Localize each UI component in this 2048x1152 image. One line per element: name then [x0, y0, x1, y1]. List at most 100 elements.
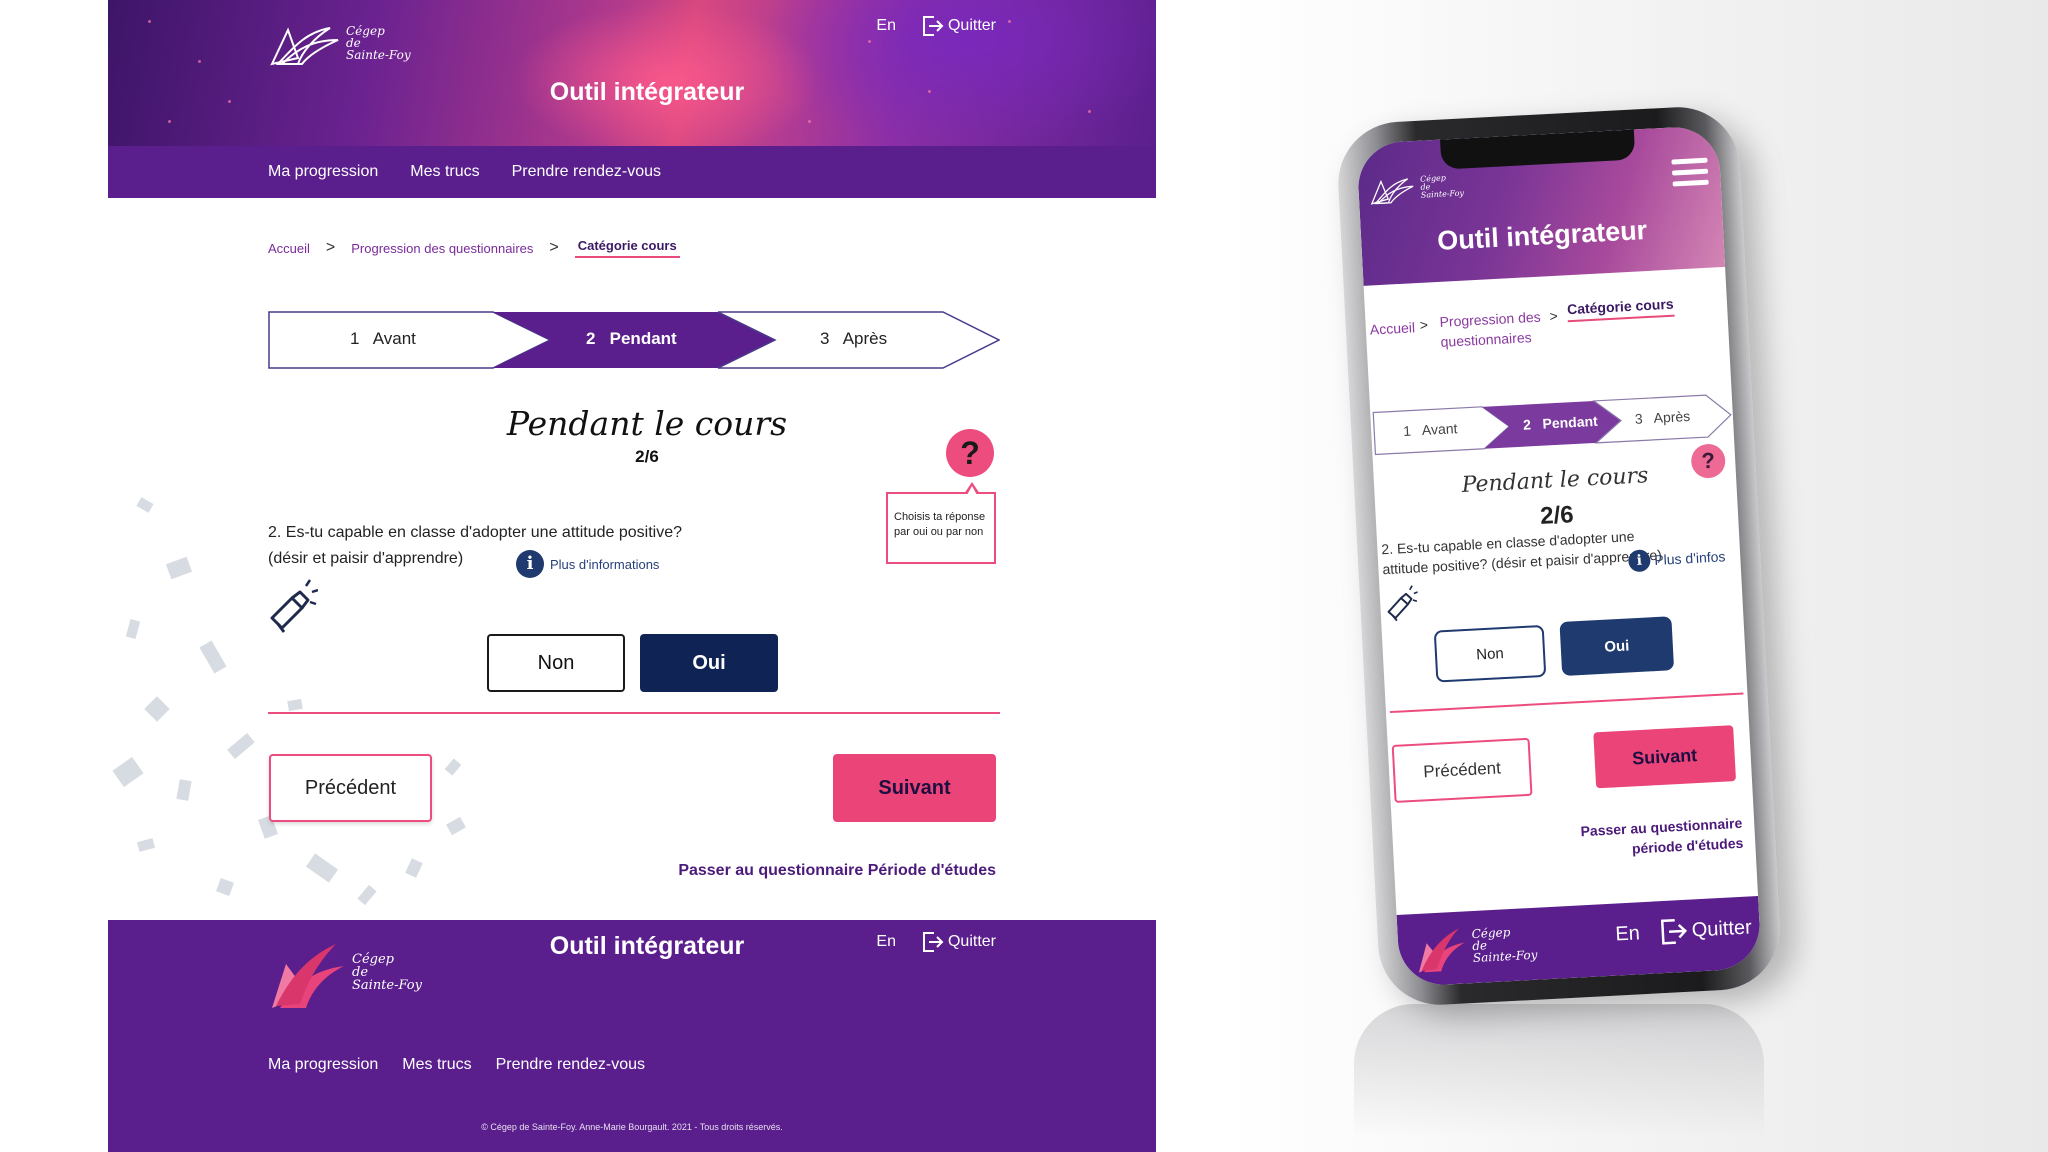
mobile-footer-logo-text: Cégep de Sainte-Foy [1471, 925, 1538, 966]
exit-icon [1660, 918, 1688, 945]
footer-nav-tips[interactable]: Mes trucs [402, 1056, 471, 1074]
mobile-footer-logo-line-3: Sainte-Foy [1472, 947, 1538, 966]
more-info-label: Plus d'informations [550, 556, 660, 572]
phone-screen: Cégep de Sainte-Foy Outil intégrateur Ac… [1356, 125, 1762, 987]
answer-yes-button[interactable]: Oui [640, 634, 778, 692]
megaphone-icon [270, 579, 318, 633]
progress-stepper: 1 Avant 2 Pendant 3 Après [268, 311, 1000, 369]
desktop-mockup: Cégep de Sainte-Foy Outil intégrateur En… [108, 0, 1156, 1152]
mobile-breadcrumb-separator: > [1549, 307, 1559, 325]
footer-quit-label: Quitter [947, 933, 996, 950]
mobile-logo-line-3: Sainte-Foy [1420, 188, 1465, 200]
step-3-number: 3 [820, 329, 830, 348]
mobile-answer-no-button[interactable]: Non [1433, 624, 1547, 683]
step-1-label: Avant [372, 329, 416, 348]
mobile-footer-logo[interactable]: Cégep de Sainte-Foy [1415, 918, 1538, 974]
question-line-1: 2. Es-tu capable en classe d'adopter une… [268, 524, 682, 541]
app-title: Outil intégrateur [549, 78, 745, 106]
logo-text: Cégep de Sainte-Foy [346, 25, 411, 61]
question-section-title: Pendant le cours [506, 404, 788, 443]
mobile-step-3[interactable]: 3 Après [1635, 408, 1691, 427]
help-icon[interactable]: ? [946, 429, 994, 477]
mobile-footer: Cégep de Sainte-Foy En Quitter [1396, 896, 1762, 987]
cegep-logo[interactable]: Cégep de Sainte-Foy [268, 18, 411, 68]
footer-top-links: En Quitter [876, 930, 996, 954]
footer-quit-link[interactable]: Quitter [920, 930, 996, 954]
question-counter: 2/6 [635, 447, 659, 466]
quit-label: Quitter [947, 17, 996, 34]
mobile-language-link[interactable]: En [1615, 922, 1641, 946]
mobile-answer-yes-button[interactable]: Oui [1559, 616, 1675, 676]
phone-reflection [1354, 1004, 1764, 1152]
breadcrumb-separator: > [549, 239, 559, 256]
nav-item-progress[interactable]: Ma progression [268, 163, 378, 181]
previous-button[interactable]: Précédent [269, 754, 432, 822]
mobile-next-button[interactable]: Suivant [1593, 725, 1737, 789]
mobile-breadcrumb-home[interactable]: Accueil [1369, 319, 1415, 337]
footer-nav: Ma progression Mes trucs Prendre rendez-… [268, 1056, 645, 1074]
cegep-logo-icon [270, 27, 339, 66]
info-icon: i [516, 550, 544, 578]
next-button[interactable]: Suivant [833, 754, 996, 822]
tooltip-line-2: par oui ou par non [894, 526, 984, 538]
more-info-link[interactable]: i Plus d'informations [516, 550, 659, 578]
hamburger-menu-icon[interactable] [1671, 157, 1709, 193]
breadcrumb-current: Catégorie cours [574, 238, 680, 258]
phone-frame: Cégep de Sainte-Foy Outil intégrateur Ac… [1335, 104, 1783, 1008]
skip-questionnaire-link[interactable]: Passer au questionnaire Période d'études [678, 862, 996, 880]
step-3-label: Après [842, 329, 888, 348]
breadcrumb-home[interactable]: Accueil [268, 241, 310, 256]
nav-item-tips[interactable]: Mes trucs [410, 163, 479, 181]
step-1-number: 1 [350, 329, 360, 348]
mobile-logo-text: Cégep de Sainte-Foy [1420, 173, 1465, 200]
mobile-more-info-label: Plus d'infos [1653, 548, 1726, 569]
footer-logo-line-3: Sainte-Foy [352, 977, 422, 993]
cegep-logo-icon [1418, 928, 1465, 973]
mobile-previous-button[interactable]: Précédent [1391, 737, 1533, 803]
mobile-step-2-label: Pendant [1542, 412, 1599, 432]
step-2-number: 2 [586, 329, 596, 348]
mobile-more-info-link[interactable]: i Plus d'infos [1627, 545, 1726, 573]
top-links: En Quitter [876, 14, 996, 38]
mobile-breadcrumb-separator: > [1419, 316, 1429, 333]
mobile-step-1[interactable]: 1 Avant [1403, 420, 1458, 439]
mobile-logo[interactable]: Cégep de Sainte-Foy [1368, 169, 1465, 208]
language-link[interactable]: En [876, 17, 896, 35]
mobile-app-title: Outil intégrateur [1436, 214, 1648, 256]
footer-nav-progress[interactable]: Ma progression [268, 1056, 378, 1074]
nav-item-appointment[interactable]: Prendre rendez-vous [512, 163, 661, 181]
copyright-text: © Cégep de Sainte-Foy. Anne-Marie Bourga… [481, 1122, 783, 1132]
mobile-step-1-number: 1 [1402, 422, 1412, 439]
divider [268, 712, 1000, 714]
cegep-logo-icon [1370, 178, 1414, 205]
footer-nav-appointment[interactable]: Prendre rendez-vous [496, 1056, 645, 1074]
breadcrumb-separator: > [325, 239, 336, 256]
step-1[interactable]: 1 Avant [350, 329, 416, 349]
mobile-breadcrumb-current: Catégorie cours [1566, 295, 1675, 323]
breadcrumb-progress[interactable]: Progression des questionnaires [351, 241, 533, 256]
info-icon: i [1627, 549, 1651, 573]
breadcrumb: Accueil > Progression des questionnaires… [268, 238, 680, 258]
mobile-skip-questionnaire-link[interactable]: Passer au questionnaire période d'études [1542, 813, 1744, 863]
help-tooltip: Choisis ta réponse par oui ou par non [886, 482, 996, 564]
mobile-step-3-label: Après [1653, 407, 1691, 426]
answer-no-button[interactable]: Non [487, 634, 625, 692]
mobile-quit-label: Quitter [1691, 915, 1753, 942]
step-2-label: Pendant [609, 329, 677, 348]
mobile-breadcrumb: Accueil > Progression des questionnaires… [1369, 293, 1723, 350]
logo-line-3: Sainte-Foy [346, 48, 411, 62]
mobile-footer-links: En Quitter [1615, 912, 1753, 949]
phone-mockup: Cégep de Sainte-Foy Outil intégrateur Ac… [1335, 104, 1783, 1008]
footer-language-link[interactable]: En [876, 933, 896, 951]
tooltip-line-1: Choisis ta réponse [894, 511, 986, 523]
mobile-step-3-number: 3 [1634, 410, 1644, 427]
exit-icon [922, 932, 944, 952]
mobile-breadcrumb-progress[interactable]: Progression des questionnaires [1439, 306, 1551, 352]
footer-logo-line-2: de [352, 964, 369, 980]
quit-link[interactable]: Quitter [920, 14, 996, 38]
step-2[interactable]: 2 Pendant [586, 329, 677, 349]
step-3[interactable]: 3 Après [820, 329, 887, 349]
mobile-quit-link[interactable]: Quitter [1657, 912, 1752, 947]
mobile-step-2-number: 2 [1522, 416, 1532, 433]
footer-title: Outil intégrateur [549, 932, 745, 960]
